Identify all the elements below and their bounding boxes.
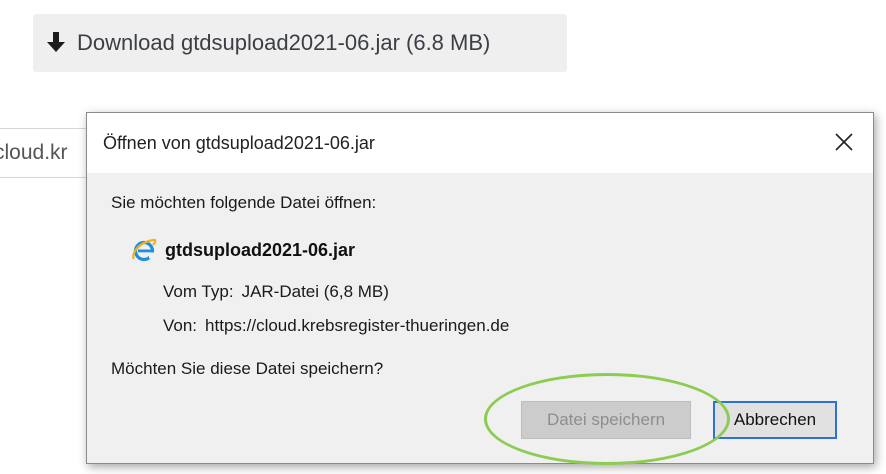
cancel-button[interactable]: Abbrechen [713, 401, 837, 439]
close-icon [835, 133, 853, 151]
dialog-title: Öffnen von gtdsupload2021-06.jar [103, 132, 375, 153]
file-source-label: Von: [163, 316, 198, 335]
file-source-value: https://cloud.krebsregister-thueringen.d… [205, 316, 510, 335]
dialog-prompt: Sie möchten folgende Datei öffnen: [111, 193, 377, 212]
file-type-value: JAR-Datei (6,8 MB) [241, 282, 389, 301]
file-type-label: Vom Typ: [163, 282, 234, 301]
open-file-dialog: Öffnen von gtdsupload2021-06.jar Sie möc… [86, 112, 874, 464]
file-info-row: gtdsupload2021-06.jar [131, 237, 355, 263]
save-question: Möchten Sie diese Datei speichern? [111, 359, 384, 378]
internet-explorer-icon [132, 238, 157, 262]
download-button[interactable]: Download gtdsupload2021-06.jar (6.8 MB) [33, 14, 567, 72]
dialog-titlebar: Öffnen von gtdsupload2021-06.jar [87, 113, 873, 173]
save-file-button[interactable]: Datei speichern [521, 401, 691, 439]
download-label: Download gtdsupload2021-06.jar (6.8 MB) [77, 30, 491, 55]
background-url-input[interactable]: cloud.kr [0, 128, 92, 178]
file-source-row: Von: https://cloud.krebsregister-thuerin… [163, 316, 509, 336]
file-type-row: Vom Typ: JAR-Datei (6,8 MB) [163, 282, 389, 302]
background-url-text: cloud.kr [0, 141, 68, 164]
close-button[interactable] [829, 127, 859, 157]
file-name: gtdsupload2021-06.jar [165, 239, 356, 260]
download-arrow-icon [47, 32, 65, 52]
